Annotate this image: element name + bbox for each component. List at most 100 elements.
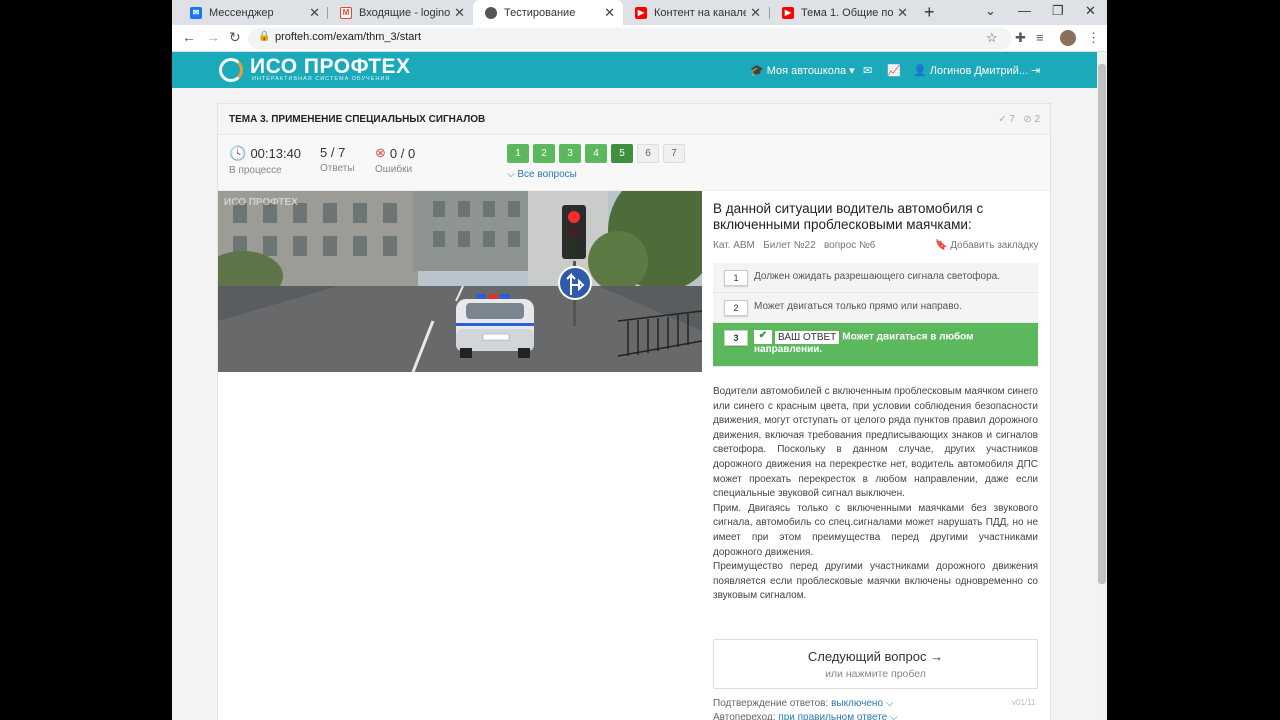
stats-icon[interactable]: 📈 [887, 64, 901, 77]
all-questions-toggle[interactable]: ⌵ Все вопросы [507, 169, 577, 180]
youtube-icon: ▶ [635, 6, 647, 19]
logo-icon[interactable] [219, 58, 243, 82]
stats-row: 🕓 00:13:40 В процессе 5 / 7 Ответы ⊗ 0 / 0… [218, 135, 1050, 191]
chevron-down-icon: ⌵ [890, 712, 898, 720]
extensions-icon[interactable]: ✚ [1015, 30, 1026, 46]
confirm-setting: Подтверждение ответов: выключено ⌵ [713, 698, 894, 709]
messenger-icon: ✉ [190, 6, 202, 19]
tab-title: Входящие - loginov999@ [359, 6, 451, 19]
answer-option[interactable]: 1 Должен ожидать разрешающего сигнала св… [713, 263, 1038, 293]
question-navigator: 1 2 3 4 5 6 7 [507, 144, 685, 163]
add-bookmark-link[interactable]: 🔖 Добавить закладку [935, 240, 1039, 251]
profteh-icon [485, 6, 497, 19]
logo-subtitle: ИНТЕРАКТИВНАЯ СИСТЕМА ОБУЧЕНИЯ [252, 76, 391, 82]
explanation-paragraph: Прим. Двигаясь только с включенными маяч… [713, 502, 1038, 558]
tab-title: Тема 1. Общие положен [801, 6, 894, 19]
menu-icon[interactable]: ⋮ [1087, 30, 1100, 46]
answer-text: Может двигаться только прямо или направо… [754, 301, 962, 312]
close-icon[interactable]: ✕ [604, 5, 615, 21]
error-circle-icon: ⊗ [375, 145, 386, 160]
answer-option-correct[interactable]: 3 ✔ ВАШ ОТВЕТ Может двигаться в любом напр… [713, 323, 1038, 367]
tab-gmail[interactable]: M Входящие - loginov999@ ✕ [328, 0, 473, 25]
image-watermark: ИСО ПРОФТЕХ [224, 197, 298, 208]
site-header: ИСО ПРОФТЕХ ИНТЕРАКТИВНАЯ СИСТЕМА ОБУЧЕН… [172, 52, 1097, 88]
confirm-toggle[interactable]: выключено ⌵ [831, 698, 893, 709]
tab-messenger[interactable]: ✉ Мессенджер ✕ [178, 0, 328, 25]
tab-title: Контент на канале - YouT [654, 6, 747, 19]
page: ИСО ПРОФТЕХ ИНТЕРАКТИВНАЯ СИСТЕМА ОБУЧЕН… [172, 52, 1097, 720]
question-button[interactable]: 3 [559, 144, 581, 163]
chevron-down-icon: ⌵ [885, 698, 894, 709]
question-button[interactable]: 1 [507, 144, 529, 163]
forward-icon[interactable]: → [206, 29, 220, 45]
caret-down-icon: ▾ [849, 65, 855, 77]
check-icon: ✔ [754, 330, 772, 344]
next-question-button[interactable]: Следующий вопрос → или нажмите пробел [713, 639, 1038, 689]
tab-testing[interactable]: Тестирование ✕ [473, 0, 623, 25]
close-icon[interactable]: ✕ [750, 5, 761, 21]
question-meta: Кат. ABM Билет №22 вопрос №6 [713, 240, 876, 251]
question-button[interactable]: 4 [585, 144, 607, 163]
answer-option[interactable]: 2 Может двигаться только прямо или напра… [713, 293, 1038, 323]
explanation: Водители автомобилей с включенным пробле… [713, 385, 1038, 604]
tab-title: Тестирование [504, 6, 576, 19]
question-text: В данной ситуации водитель автомобиля с … [713, 201, 984, 232]
answers-counter: 5 / 7 Ответы [320, 145, 355, 174]
user-icon: 👤 [913, 65, 927, 77]
address-bar[interactable]: 🔒 profteh.com/exam/thm_3/start [248, 28, 1012, 49]
browser-toolbar: ← → ↻ 🔒 profteh.com/exam/thm_3/start ☆ ✚… [172, 25, 1107, 52]
question-button[interactable]: 2 [533, 144, 555, 163]
lock-icon: 🔒 [258, 31, 271, 42]
scroll-thumb[interactable] [1098, 64, 1106, 584]
reload-icon[interactable]: ↻ [229, 29, 241, 46]
explanation-paragraph: Водители автомобилей с включенным пробле… [713, 386, 1038, 500]
tab-title: Мессенджер [209, 6, 274, 19]
youtube-icon: ▶ [782, 6, 794, 19]
clock-icon: 🕓 [229, 145, 247, 161]
card-header: ТЕМА 3. ПРИМЕНЕНИЕ СПЕЦИАЛЬНЫХ СИГНАЛОВ … [218, 104, 1050, 135]
check-icon: ✓ [998, 114, 1007, 125]
tab-youtube-theme[interactable]: ▶ Тема 1. Общие положен ✕ [770, 0, 916, 25]
your-answer-badge: ВАШ ОТВЕТ [775, 330, 840, 344]
star-icon[interactable]: ☆ [986, 30, 998, 46]
scrollbar[interactable] [1097, 52, 1107, 720]
tab-search-icon[interactable]: ⌄ [985, 3, 996, 19]
answer-number: 3 [724, 330, 748, 346]
explanation-paragraph: Преимущество перед другими участниками д… [713, 561, 1038, 602]
close-window-icon[interactable]: ✕ [1085, 3, 1096, 19]
close-icon[interactable]: ✕ [454, 5, 465, 21]
version-label: v01/11 [1012, 698, 1036, 707]
close-icon[interactable]: ✕ [309, 5, 320, 21]
answers-list: 1 Должен ожидать разрешающего сигнала св… [713, 263, 1038, 367]
school-menu[interactable]: 🎓 Моя автошкола ▾ [750, 64, 855, 77]
new-tab-icon[interactable]: + [924, 2, 935, 23]
close-icon[interactable]: ✕ [897, 5, 908, 21]
bookmark-icon: 🔖 [935, 240, 948, 251]
question-button[interactable]: 6 [637, 144, 659, 163]
tab-strip: ✉ Мессенджер ✕ M Входящие - loginov999@ … [172, 0, 1107, 25]
question-button-current[interactable]: 5 [611, 144, 633, 163]
timer: 🕓 00:13:40 В процессе [229, 145, 302, 176]
errors-counter: ⊗ 0 / 0 Ошибки [375, 145, 416, 175]
graduation-cap-icon: 🎓 [750, 65, 764, 77]
card-stats: ✓ 7 ⊘ 2 [998, 114, 1040, 125]
answer-number: 2 [724, 300, 748, 316]
mail-icon[interactable]: ✉ [863, 64, 872, 77]
chevron-down-icon: ⌵ [507, 169, 515, 180]
maximize-icon[interactable]: ❐ [1052, 3, 1064, 19]
ban-icon: ⊘ [1023, 114, 1032, 125]
intersection-scene: ИСО ПРОФТЕХ [218, 191, 702, 372]
back-icon[interactable]: ← [182, 29, 196, 45]
question-button[interactable]: 7 [663, 144, 685, 163]
profile-avatar[interactable] [1060, 30, 1076, 46]
exam-card: ТЕМА 3. ПРИМЕНЕНИЕ СПЕЦИАЛЬНЫХ СИГНАЛОВ … [217, 103, 1051, 720]
tab-youtube-content[interactable]: ▶ Контент на канале - YouT ✕ [623, 0, 769, 25]
media-icon[interactable]: ≡ [1036, 30, 1044, 45]
auto-advance-toggle[interactable]: при правильном ответе ⌵ [778, 712, 897, 720]
minimize-icon[interactable]: — [1018, 3, 1031, 18]
question-image: ИСО ПРОФТЕХ [218, 191, 702, 372]
user-menu[interactable]: 👤 Логинов Дмитрий... [913, 64, 1028, 77]
url-text[interactable]: profteh.com/exam/thm_3/start [275, 31, 421, 43]
answer-number: 1 [724, 270, 748, 286]
logout-icon[interactable]: ⇥ [1031, 64, 1040, 77]
